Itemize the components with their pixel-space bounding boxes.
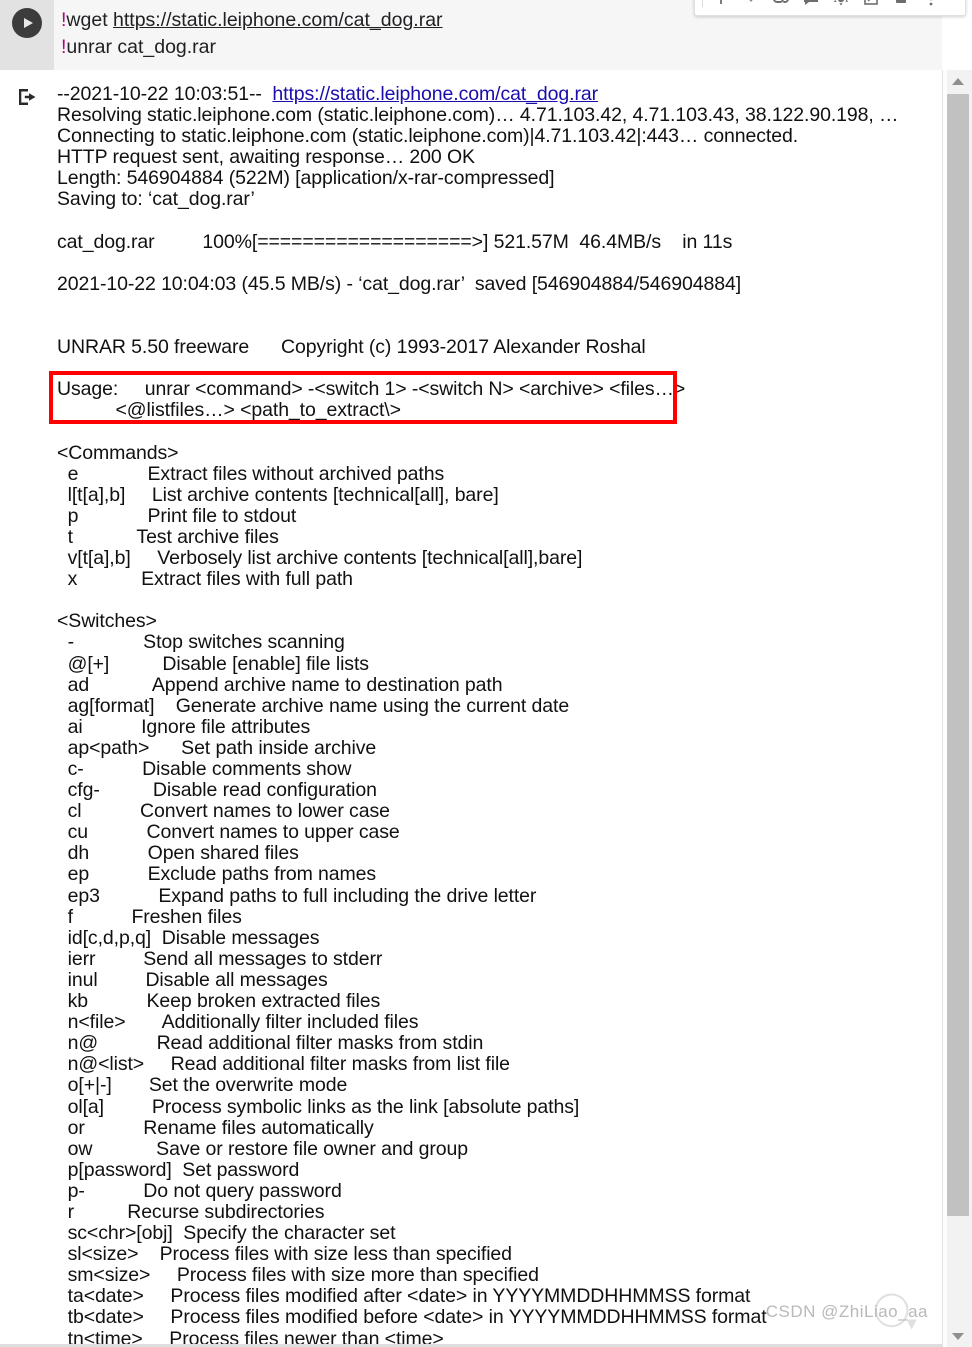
output-line: kb Keep broken extracted files [57,990,381,1013]
output-line: f Freshen files [57,905,242,928]
output-line: Length: 546904884 (522M) [application/x-… [57,167,555,190]
cell-output-area: --2021-10-22 10:03:51-- https://static.l… [0,70,942,1347]
open-in-new-tab-icon[interactable] [856,0,886,12]
output-line: id[c,d,p,q] Disable messages [57,926,320,949]
link-icon[interactable] [766,0,796,12]
output-line: ol[a] Process symbolic links as the link… [57,1095,580,1118]
output-line: ai Ignore file attributes [57,715,311,738]
output-stream-icon [19,89,36,105]
output-line: t Test archive files [57,525,279,548]
arrow-up-glyph [952,77,964,85]
scroll-up-arrow-icon[interactable] [943,70,972,92]
output-line: p[password] Set password [57,1158,300,1181]
output-line: ap<path> Set path inside archive [57,736,377,759]
output-line: l[t[a],b] List archive contents [technic… [57,483,499,506]
output-gutter [0,70,54,1347]
delete-cell-icon[interactable] [886,0,916,12]
output-line: cfg- Disable read configuration [57,779,377,802]
output-line: <@listfiles…> <path_to_extract\> [57,399,401,422]
scrollbar-thumb[interactable] [947,94,969,1216]
output-line: sm<size> Process files with size more th… [57,1264,539,1287]
output-line: Connecting to static.leiphone.com (stati… [57,125,799,148]
settings-icon[interactable] [826,0,856,12]
cell-toolbar[interactable] [694,0,966,16]
output-line: cl Convert names to lower case [57,800,390,823]
run-cell-button[interactable] [12,8,42,38]
output-line: Usage: unrar <command> -<switch 1> -<swi… [57,378,686,401]
output-line: r Recurse subdirectories [57,1200,325,1223]
code-line: !unrar cat_dog.rar [61,34,942,61]
arrow-down-glyph [952,1332,964,1340]
output-line: p- Do not query password [57,1179,342,1202]
output-line: sl<size> Process files with size less th… [57,1243,512,1266]
output-line: x Extract files with full path [57,568,353,591]
output-line: Resolving static.leiphone.com (static.le… [57,104,899,127]
output-line: <Commands> [57,441,179,464]
output-line: ad Append archive name to destination pa… [57,673,503,696]
output-line: v[t[a],b] Verbosely list archive content… [57,547,583,570]
play-icon [24,18,33,28]
output-line: c- Disable comments show [57,758,352,780]
output-line: sc<chr>[obj] Specify the character set [57,1222,396,1245]
output-line: p Print file to stdout [57,504,297,527]
code-command: unrar cat_dog.rar [66,36,217,58]
code-command: wget [66,9,114,31]
output-line: - Stop switches scanning [57,631,345,654]
output-line: ep Exclude paths from names [57,863,377,886]
run-cell-gutter[interactable] [0,0,54,70]
output-line: o[+|-] Set the overwrite mode [57,1074,348,1097]
output-line: n@ Read additional filter masks from std… [57,1032,484,1055]
output-line: ow Save or restore file owner and group [57,1137,469,1160]
output-line: n@<list> Read additional filter masks fr… [57,1053,510,1076]
output-line: inul Disable all messages [57,968,328,991]
output-line: <Switches> [57,610,157,633]
scroll-down-arrow-icon[interactable] [943,1325,972,1347]
output-line: HTTP request sent, awaiting response… 20… [57,146,475,169]
notebook-cell-screenshot: !wget https://static.leiphone.com/cat_do… [0,0,972,1347]
move-down-icon[interactable] [736,0,766,12]
vertical-scrollbar[interactable] [942,70,972,1347]
code-url-link[interactable]: https://static.leiphone.com/cat_dog.rar [113,9,443,31]
output-line: or Rename files automatically [57,1116,374,1139]
output-url-link[interactable]: https://static.leiphone.com/cat_dog.rar [272,83,598,105]
output-line: e Extract files without archived paths [57,462,445,485]
output-line: cu Convert names to upper case [57,821,400,844]
output-line: @[+] Disable [enable] file lists [57,652,369,675]
output-line: ierr Send all messages to stderr [57,947,383,970]
move-up-icon[interactable] [706,0,736,12]
more-options-icon[interactable] [916,0,946,12]
output-line: UNRAR 5.50 freeware Copyright (c) 1993-2… [57,336,646,359]
output-line: ep3 Expand paths to full including the d… [57,884,537,907]
output-line: cat_dog.rar 100%[===================>] 5… [57,230,733,253]
output-line: --2021-10-22 10:03:51-- https://static.l… [57,83,599,105]
output-text: --2021-10-22 10:03:51-- https://static.l… [54,70,942,1347]
output-line: 2021-10-22 10:04:03 (45.5 MB/s) - ‘cat_d… [57,272,742,295]
output-line: ag[format] Generate archive name using t… [57,694,570,717]
watermark-text: CSDN @ZhiLiao_aa [765,1302,928,1321]
output-line: dh Open shared files [57,842,299,865]
comment-icon[interactable] [796,0,826,12]
toolbar-separator [702,0,703,7]
output-line: Saving to: ‘cat_dog.rar’ [57,188,255,211]
output-line: n<file> Additionally filter included fil… [57,1011,419,1034]
